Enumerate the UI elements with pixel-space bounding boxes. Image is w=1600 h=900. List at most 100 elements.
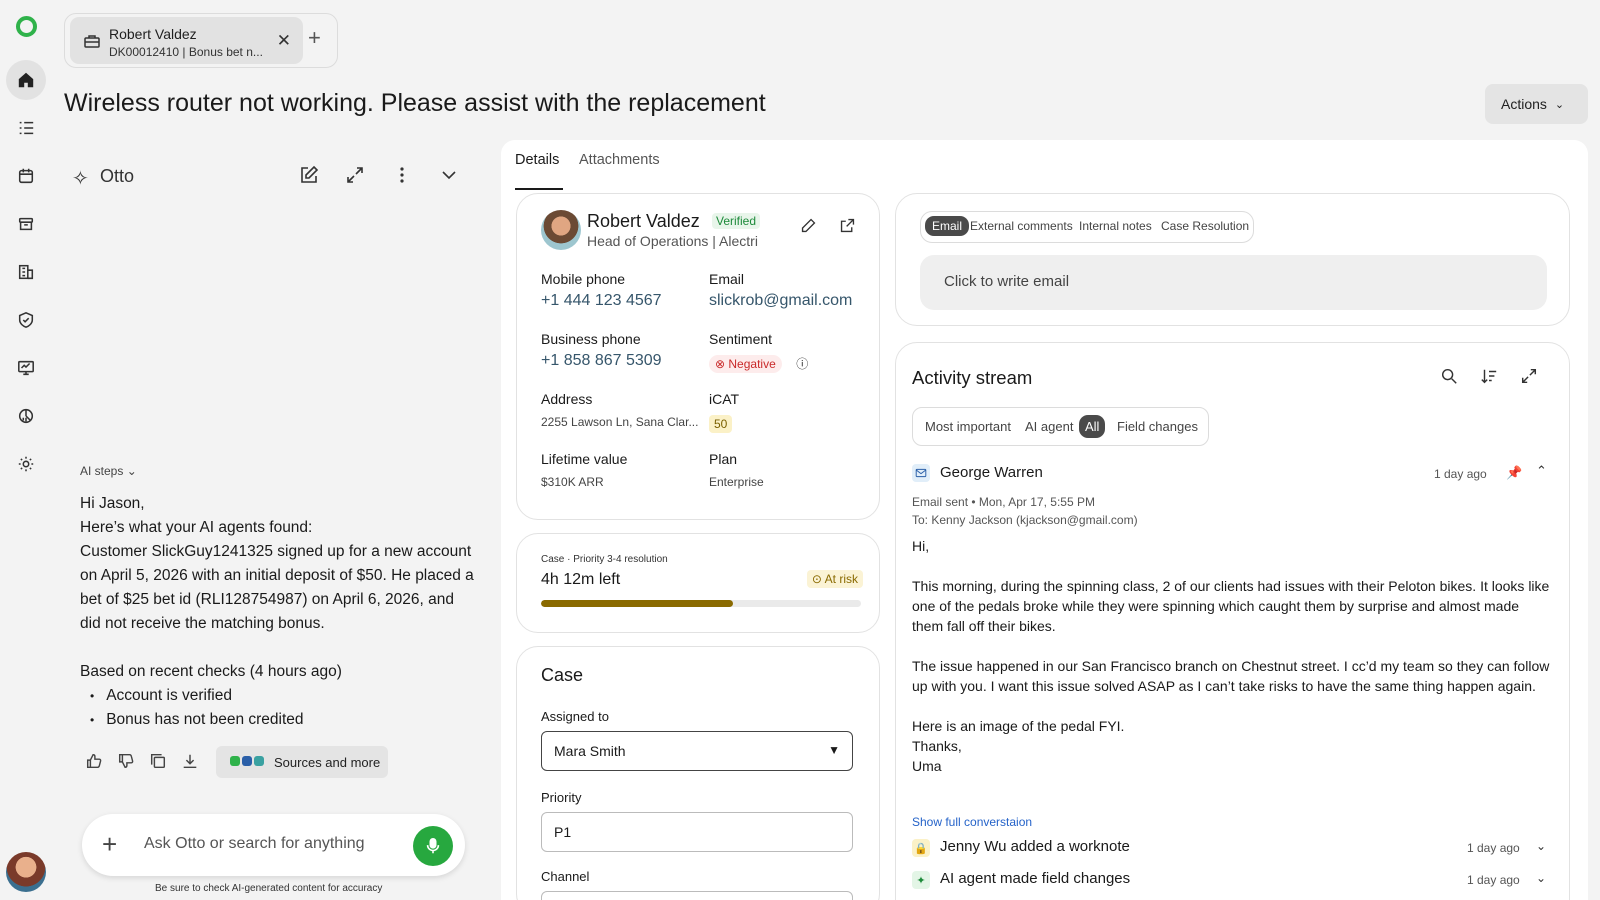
compose-icon[interactable] <box>298 164 320 186</box>
collapse-chevron-icon[interactable] <box>438 164 460 186</box>
email-field: Email slickrob@gmail.com <box>709 271 855 310</box>
write-email-input[interactable]: Click to write email <box>920 255 1547 310</box>
plan-label: Plan <box>709 451 738 467</box>
ai-finding: Customer SlickGuy1241325 signed up for a… <box>80 543 474 632</box>
expand-icon[interactable] <box>344 164 366 186</box>
filter-most-important[interactable]: Most important <box>925 419 1011 434</box>
tab-email[interactable]: Email <box>925 216 970 236</box>
activity-item[interactable]: 🔒 Jenny Wu added a worknote 1 day ago ⌄ <box>912 838 1552 858</box>
activity-item-time: 1 day ago <box>1467 873 1520 887</box>
analytics-icon[interactable] <box>6 396 46 436</box>
actions-label: Actions <box>1501 96 1547 112</box>
thumbs-up-icon[interactable] <box>85 752 103 770</box>
ai-checks-heading: Based on recent checks (4 hours ago) <box>80 663 342 680</box>
app-logo[interactable] <box>16 16 37 37</box>
settings-icon[interactable] <box>6 444 46 484</box>
inbox-icon[interactable] <box>6 204 46 244</box>
tab-details[interactable]: Details <box>515 152 559 168</box>
entry-meta: Email sent • Mon, Apr 17, 5:55 PM <box>912 495 1095 509</box>
assigned-to-select[interactable]: Mara Smith ▼ <box>541 731 853 771</box>
sla-time-left: 4h 12m left <box>541 571 621 588</box>
activity-filters: Most important AI agent All Field change… <box>912 407 1209 446</box>
activity-title: Activity stream <box>912 367 1033 388</box>
email-value[interactable]: slickrob@gmail.com <box>709 292 855 310</box>
copy-icon[interactable] <box>149 752 167 770</box>
tab-external-comments[interactable]: External comments <box>970 219 1073 233</box>
filter-ai-agent[interactable]: AI agent <box>1025 419 1073 434</box>
filter-field-changes[interactable]: Field changes <box>1117 419 1198 434</box>
attach-plus-icon[interactable]: + <box>102 829 117 860</box>
ai-steps-label: AI steps <box>80 464 124 478</box>
assigned-to-label: Assigned to <box>541 709 609 724</box>
sources-button[interactable]: Sources and more <box>216 746 388 778</box>
more-options-icon[interactable] <box>391 164 413 186</box>
ai-disclaimer: Be sure to check AI-generated content fo… <box>155 883 383 894</box>
chevron-up-icon[interactable]: ⌃ <box>1536 463 1547 479</box>
ai-steps-toggle[interactable]: AI steps ⌄ <box>80 464 137 478</box>
tab-attachments[interactable]: Attachments <box>579 152 660 168</box>
ai-greeting: Hi Jason, <box>80 495 145 512</box>
priority-input[interactable]: P1 <box>541 812 853 852</box>
filter-all[interactable]: All <box>1079 415 1106 438</box>
email-paragraph: This morning, during the spinning class,… <box>912 578 1550 634</box>
record-tab[interactable]: Robert Valdez DK00012410 | Bonus bet n..… <box>70 17 303 64</box>
home-icon[interactable] <box>6 60 46 100</box>
tab-internal-notes[interactable]: Internal notes <box>1079 219 1152 233</box>
sentiment-field: Sentiment ⊗ Negative ⓘ <box>709 331 855 373</box>
expand-icon[interactable] <box>1520 367 1538 385</box>
contact-name: Robert Valdez <box>587 211 700 231</box>
sort-icon[interactable] <box>1480 367 1498 385</box>
composer-card: Email External comments Internal notes C… <box>895 193 1570 326</box>
email-greeting: Hi, <box>912 538 930 554</box>
email-paragraph: The issue happened in our San Francisco … <box>912 658 1550 694</box>
address-label: Address <box>541 391 593 407</box>
user-avatar[interactable] <box>6 852 46 892</box>
info-icon[interactable]: ⓘ <box>796 357 808 371</box>
tab-subtitle: DK00012410 | Bonus bet n... <box>109 45 263 59</box>
assigned-to-value: Mara Smith <box>554 743 626 759</box>
activity-stream-card: Activity stream Most important AI agent … <box>895 342 1570 900</box>
pin-icon[interactable]: 📌 <box>1506 465 1522 481</box>
buildings-icon[interactable] <box>6 252 46 292</box>
contact-card: Robert Valdez Verified Head of Operation… <box>516 193 880 520</box>
plan-field: Plan Enterprise <box>709 451 855 489</box>
chevron-down-icon[interactable]: ⌄ <box>1536 839 1546 853</box>
entry-author: George Warren <box>940 464 1043 481</box>
ask-otto-input[interactable]: + Ask Otto or search for anything <box>82 814 465 876</box>
monitor-icon[interactable] <box>6 348 46 388</box>
add-tab-icon[interactable]: + <box>308 27 321 49</box>
mobile-phone-value[interactable]: +1 444 123 4567 <box>541 292 691 310</box>
business-phone-value[interactable]: +1 858 867 5309 <box>541 352 691 370</box>
search-icon[interactable] <box>1440 367 1458 385</box>
actions-button[interactable]: Actions ⌄ <box>1485 84 1588 124</box>
sla-progress-bar <box>541 600 861 607</box>
ai-sparkle-icon: ✦ <box>912 871 930 889</box>
entry-recipient: To: Kenny Jackson (kjackson@gmail.com) <box>912 513 1138 527</box>
chevron-down-icon: ⌄ <box>1554 98 1565 111</box>
open-external-icon[interactable] <box>839 217 857 235</box>
close-icon[interactable]: ✕ <box>277 31 291 51</box>
thumbs-down-icon[interactable] <box>117 752 135 770</box>
chevron-down-icon[interactable]: ⌄ <box>1536 871 1546 885</box>
mobile-phone-label: Mobile phone <box>541 271 626 287</box>
edit-icon[interactable] <box>800 217 818 235</box>
calendar-icon[interactable] <box>6 156 46 196</box>
otto-name: Otto <box>100 166 135 186</box>
lock-icon: 🔒 <box>912 839 930 857</box>
email-paragraph: Here is an image of the pedal FYI. <box>912 718 1125 734</box>
email-signature: Uma <box>912 758 942 774</box>
ask-placeholder: Ask Otto or search for anything <box>144 835 365 852</box>
sentiment-badge: ⊗ Negative <box>709 355 782 373</box>
download-icon[interactable] <box>181 752 199 770</box>
shield-icon[interactable] <box>6 300 46 340</box>
channel-input[interactable] <box>541 891 853 900</box>
microphone-icon[interactable] <box>413 826 453 866</box>
email-body: Hi, This morning, during the spinning cl… <box>912 536 1552 776</box>
tab-case-resolution[interactable]: Case Resolution <box>1161 219 1249 233</box>
show-full-conversation-link[interactable]: Show full converstaion <box>912 815 1032 829</box>
sentiment-label: Sentiment <box>709 331 773 347</box>
activity-entry-header[interactable]: George Warren 1 day ago 📌 ⌃ <box>912 463 1552 485</box>
activity-item[interactable]: ✦ AI agent made field changes 1 day ago … <box>912 870 1552 890</box>
business-phone-field: Business phone +1 858 867 5309 <box>541 331 691 370</box>
tasks-icon[interactable] <box>6 108 46 148</box>
